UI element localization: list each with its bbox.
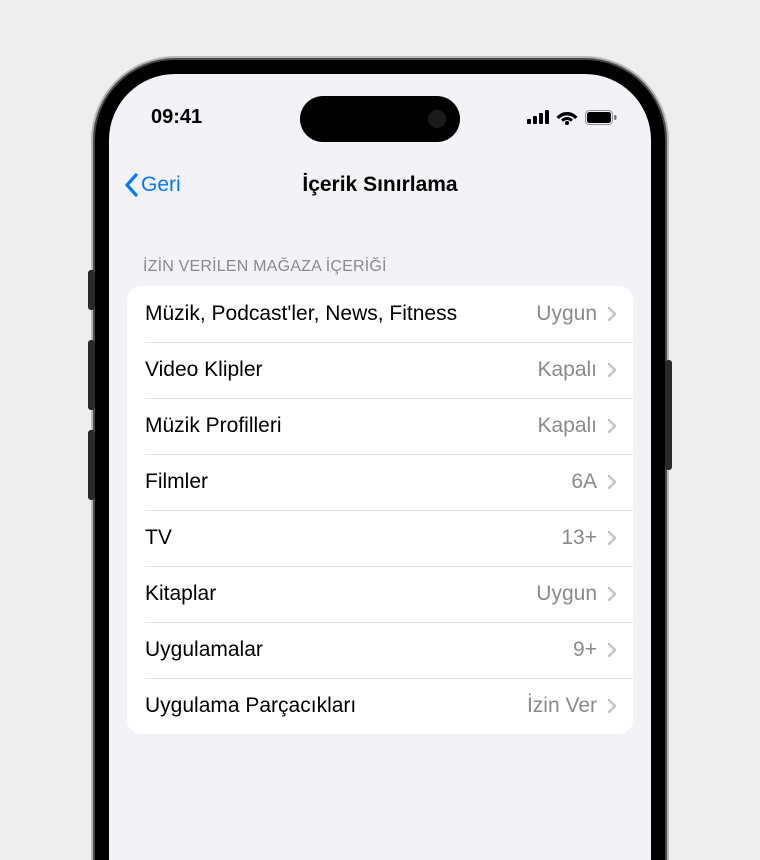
- row-label: Filmler: [145, 470, 571, 494]
- section-header: İZİN VERİLEN MAĞAZA İÇERİĞİ: [127, 234, 633, 286]
- row-value: Kapalı: [537, 358, 597, 382]
- row-label: TV: [145, 526, 561, 550]
- status-icons: [527, 109, 617, 125]
- row-value: Uygun: [536, 582, 597, 606]
- chevron-right-icon: [607, 474, 617, 490]
- row-value: Uygun: [536, 302, 597, 326]
- content-area: İZİN VERİLEN MAĞAZA İÇERİĞİ Müzik, Podca…: [109, 234, 651, 734]
- chevron-right-icon: [607, 530, 617, 546]
- row-value: 6A: [571, 470, 597, 494]
- side-button-power: [665, 360, 672, 470]
- nav-bar: Geri İçerik Sınırlama: [109, 160, 651, 210]
- row-value: 13+: [561, 526, 597, 550]
- back-label: Geri: [141, 173, 181, 197]
- row-label: Kitaplar: [145, 582, 536, 606]
- row-tv[interactable]: TV 13+: [127, 510, 633, 566]
- wifi-icon: [556, 109, 578, 125]
- row-label: Video Klipler: [145, 358, 537, 382]
- row-label: Müzik, Podcast'ler, News, Fitness: [145, 302, 536, 326]
- chevron-right-icon: [607, 586, 617, 602]
- dynamic-island: [300, 96, 460, 142]
- row-books[interactable]: Kitaplar Uygun: [127, 566, 633, 622]
- cellular-icon: [527, 110, 549, 124]
- side-button-volume-up: [88, 340, 95, 410]
- phone-frame: 09:41: [95, 60, 665, 860]
- canvas: 09:41: [0, 0, 760, 860]
- row-value: İzin Ver: [527, 694, 597, 718]
- chevron-right-icon: [607, 306, 617, 322]
- phone-screen: 09:41: [109, 74, 651, 860]
- side-button-volume-down: [88, 430, 95, 500]
- row-music-profiles[interactable]: Müzik Profilleri Kapalı: [127, 398, 633, 454]
- row-video-clips[interactable]: Video Klipler Kapalı: [127, 342, 633, 398]
- chevron-left-icon: [123, 173, 139, 197]
- row-value: Kapalı: [537, 414, 597, 438]
- row-apps[interactable]: Uygulamalar 9+: [127, 622, 633, 678]
- chevron-right-icon: [607, 362, 617, 378]
- row-label: Uygulamalar: [145, 638, 573, 662]
- row-value: 9+: [573, 638, 597, 662]
- row-films[interactable]: Filmler 6A: [127, 454, 633, 510]
- row-app-clips[interactable]: Uygulama Parçacıkları İzin Ver: [127, 678, 633, 734]
- row-label: Uygulama Parçacıkları: [145, 694, 527, 718]
- side-button-silent: [88, 270, 95, 310]
- settings-list: Müzik, Podcast'ler, News, Fitness Uygun …: [127, 286, 633, 734]
- row-label: Müzik Profilleri: [145, 414, 537, 438]
- chevron-right-icon: [607, 698, 617, 714]
- chevron-right-icon: [607, 642, 617, 658]
- chevron-right-icon: [607, 418, 617, 434]
- page-title: İçerik Sınırlama: [302, 173, 457, 197]
- row-music-podcasts-news-fitness[interactable]: Müzik, Podcast'ler, News, Fitness Uygun: [127, 286, 633, 342]
- battery-icon: [585, 110, 617, 125]
- status-time: 09:41: [151, 106, 202, 129]
- back-button[interactable]: Geri: [123, 173, 181, 197]
